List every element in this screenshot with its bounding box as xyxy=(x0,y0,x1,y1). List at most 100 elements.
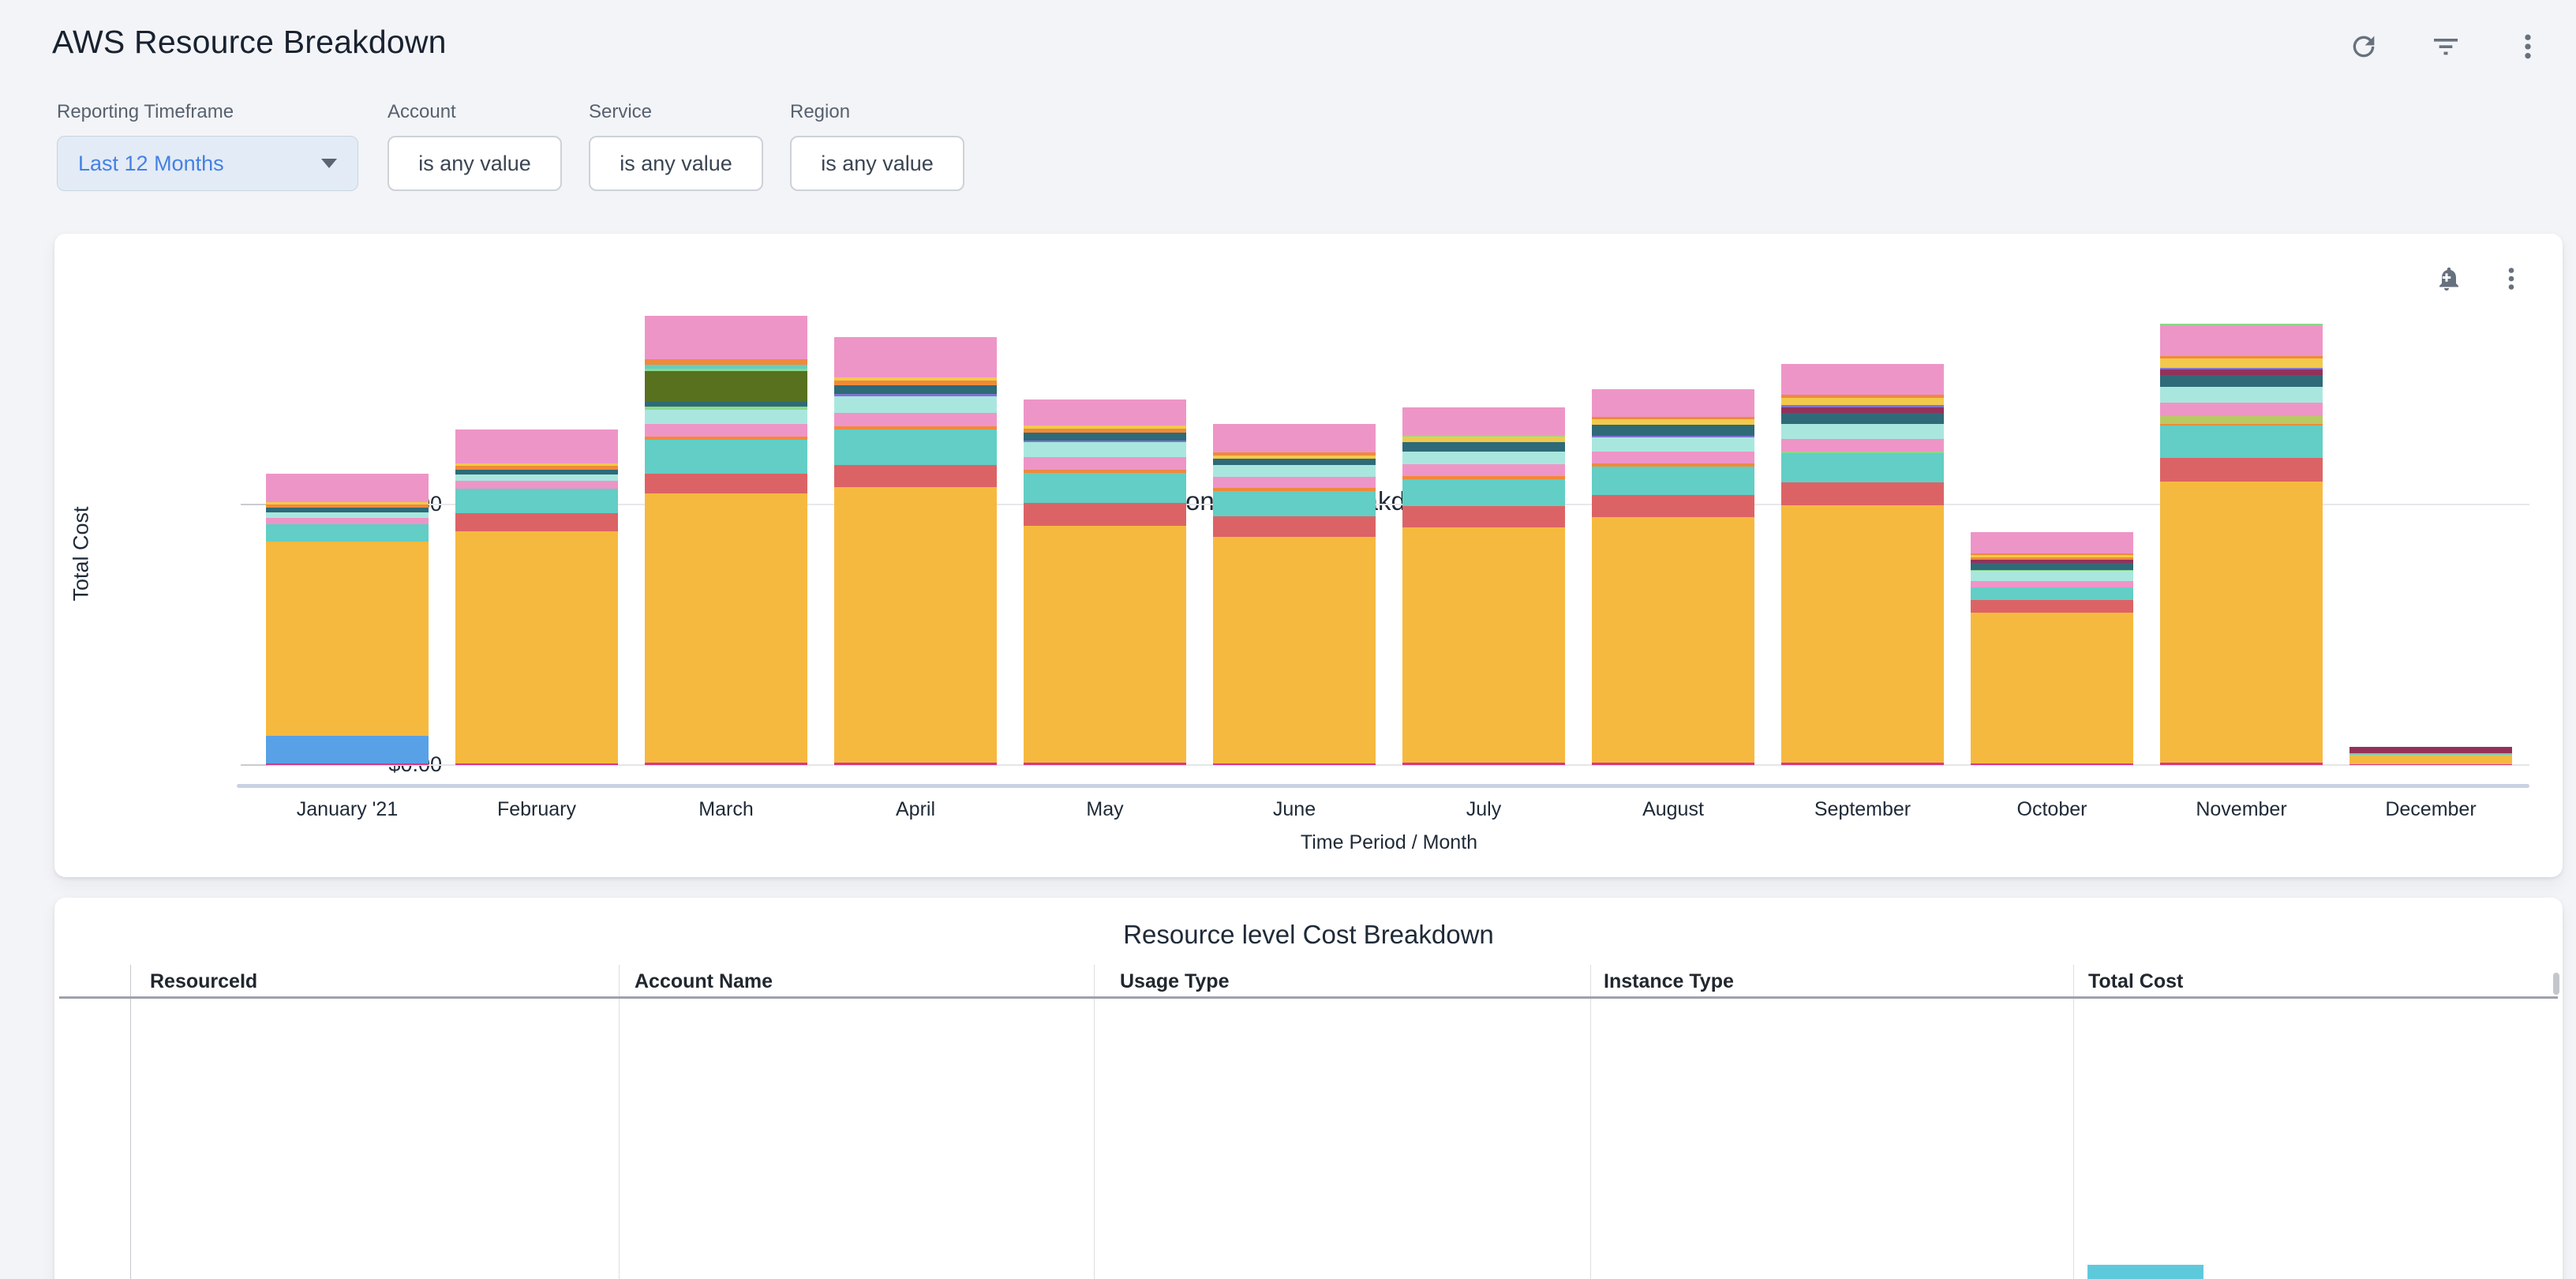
bar-segment-pink[interactable] xyxy=(1402,407,1565,436)
x-axis-brush-bar[interactable] xyxy=(237,784,2529,788)
bar-segment-amber[interactable] xyxy=(1402,527,1565,763)
stacked-bar-April[interactable] xyxy=(834,337,997,765)
alert-bell-add-icon[interactable] xyxy=(2430,262,2463,295)
bar-segment-teal[interactable] xyxy=(645,440,807,474)
bar-segment-pink[interactable] xyxy=(1971,581,2133,588)
bar-segment-pink[interactable] xyxy=(834,413,997,426)
bar-segment-olive[interactable] xyxy=(645,371,807,403)
bar-segment-pale_teal[interactable] xyxy=(266,512,429,518)
vertical-scrollbar[interactable] xyxy=(2553,973,2559,995)
bar-segment-amber[interactable] xyxy=(455,531,618,763)
bar-segment-pink[interactable] xyxy=(2160,325,2323,356)
bar-segment-dark_teal[interactable] xyxy=(2160,375,2323,387)
bar-segment-teal[interactable] xyxy=(1213,491,1376,516)
bar-segment-magenta[interactable] xyxy=(455,763,618,765)
column-header-usage-type[interactable]: Usage Type xyxy=(1120,970,1229,993)
bar-segment-amber[interactable] xyxy=(1024,526,1186,763)
bar-segment-pale_teal[interactable] xyxy=(645,410,807,424)
bar-segment-teal[interactable] xyxy=(2160,426,2323,458)
bar-segment-magenta[interactable] xyxy=(1213,763,1376,765)
bar-segment-pink[interactable] xyxy=(1024,457,1186,470)
bar-segment-pale_teal[interactable] xyxy=(834,396,997,413)
bar-segment-pink[interactable] xyxy=(1213,477,1376,488)
bar-segment-magenta[interactable] xyxy=(645,763,807,765)
stacked-bar-September[interactable] xyxy=(1781,364,1944,765)
bar-segment-pink[interactable] xyxy=(455,481,618,489)
bar-segment-teal[interactable] xyxy=(1592,467,1754,494)
account-filter-button[interactable]: is any value xyxy=(388,136,562,191)
bar-segment-pink[interactable] xyxy=(1592,389,1754,417)
column-header-resource-id[interactable]: ResourceId xyxy=(150,970,257,993)
filter-icon[interactable] xyxy=(2429,30,2462,63)
stacked-bar-December[interactable] xyxy=(2349,747,2512,765)
bar-segment-red[interactable] xyxy=(455,513,618,531)
bar-segment-pale_teal[interactable] xyxy=(1213,465,1376,478)
bar-segment-red[interactable] xyxy=(1971,600,2133,613)
bar-segment-pink[interactable] xyxy=(1024,399,1186,426)
bar-segment-magenta[interactable] xyxy=(1592,763,1754,765)
bar-segment-pale_teal[interactable] xyxy=(1592,437,1754,452)
bar-segment-gold[interactable] xyxy=(1781,398,1944,405)
stacked-bar-February[interactable] xyxy=(455,429,618,765)
bar-segment-teal[interactable] xyxy=(834,429,997,465)
bar-segment-gold[interactable] xyxy=(2160,358,2323,368)
bar-segment-amber[interactable] xyxy=(1971,613,2133,763)
bar-segment-red[interactable] xyxy=(1402,506,1565,527)
bar-segment-dark_teal[interactable] xyxy=(1024,433,1186,441)
refresh-icon[interactable] xyxy=(2347,30,2380,63)
bar-segment-amber[interactable] xyxy=(645,493,807,763)
column-header-total-cost[interactable]: Total Cost xyxy=(2088,970,2183,993)
bar-segment-teal[interactable] xyxy=(1402,479,1565,506)
bar-segment-orange[interactable] xyxy=(645,359,807,366)
bar-segment-red[interactable] xyxy=(1024,503,1186,527)
bar-segment-pink[interactable] xyxy=(1781,364,1944,395)
bar-segment-pale_teal[interactable] xyxy=(1024,442,1186,457)
bar-segment-teal[interactable] xyxy=(1971,587,2133,600)
bar-segment-teal[interactable] xyxy=(266,524,429,542)
bar-segment-pink[interactable] xyxy=(645,316,807,358)
bar-segment-pale_teal[interactable] xyxy=(1402,452,1565,464)
stacked-bar-March[interactable] xyxy=(645,316,807,765)
bar-segment-red[interactable] xyxy=(1213,516,1376,537)
more-vert-icon[interactable] xyxy=(2495,262,2528,295)
bar-segment-dark_teal[interactable] xyxy=(1781,413,1944,424)
stacked-bar-November[interactable] xyxy=(2160,324,2323,765)
bar-segment-magenta[interactable] xyxy=(834,763,997,765)
bar-segment-blue[interactable] xyxy=(266,736,429,763)
bar-segment-pink[interactable] xyxy=(266,518,429,524)
bar-segment-amber[interactable] xyxy=(1213,537,1376,763)
bar-segment-maroon[interactable] xyxy=(2349,747,2512,753)
bar-segment-pink[interactable] xyxy=(1971,532,2133,553)
bar-segment-amber[interactable] xyxy=(834,487,997,763)
bar-segment-teal[interactable] xyxy=(1781,453,1944,482)
timeframe-dropdown[interactable]: Last 12 Months xyxy=(57,136,358,191)
bar-segment-pink[interactable] xyxy=(266,474,429,502)
bar-segment-pale_teal[interactable] xyxy=(2160,387,2323,403)
bar-segment-amber[interactable] xyxy=(1781,505,1944,763)
bar-segment-amber[interactable] xyxy=(1592,517,1754,763)
bar-segment-dark_teal[interactable] xyxy=(1402,442,1565,452)
stacked-bar-October[interactable] xyxy=(1971,532,2133,765)
bar-segment-red[interactable] xyxy=(834,465,997,487)
stacked-bar-May[interactable] xyxy=(1024,399,1186,765)
bar-segment-teal[interactable] xyxy=(1024,473,1186,503)
bar-segment-pink[interactable] xyxy=(1402,464,1565,476)
stacked-bar-June[interactable] xyxy=(1213,424,1376,765)
bar-segment-amber[interactable] xyxy=(2349,755,2512,764)
bar-segment-magenta[interactable] xyxy=(266,763,429,765)
bar-segment-pink[interactable] xyxy=(2160,403,2323,416)
bar-segment-pink[interactable] xyxy=(1213,424,1376,452)
bar-segment-magenta[interactable] xyxy=(2160,763,2323,765)
bar-segment-magenta[interactable] xyxy=(1971,763,2133,765)
bar-segment-maroon[interactable] xyxy=(2160,369,2323,375)
bar-segment-red[interactable] xyxy=(2160,458,2323,482)
region-filter-button[interactable]: is any value xyxy=(790,136,964,191)
bar-segment-maroon[interactable] xyxy=(1781,407,1944,413)
bar-segment-pink[interactable] xyxy=(834,337,997,377)
bar-segment-pale_teal[interactable] xyxy=(1971,571,2133,580)
bar-segment-magenta[interactable] xyxy=(1781,763,1944,765)
column-header-account-name[interactable]: Account Name xyxy=(635,970,773,993)
stacked-bar-August[interactable] xyxy=(1592,389,1754,765)
bar-segment-pink[interactable] xyxy=(1592,452,1754,464)
bar-segment-dark_teal[interactable] xyxy=(1592,425,1754,435)
